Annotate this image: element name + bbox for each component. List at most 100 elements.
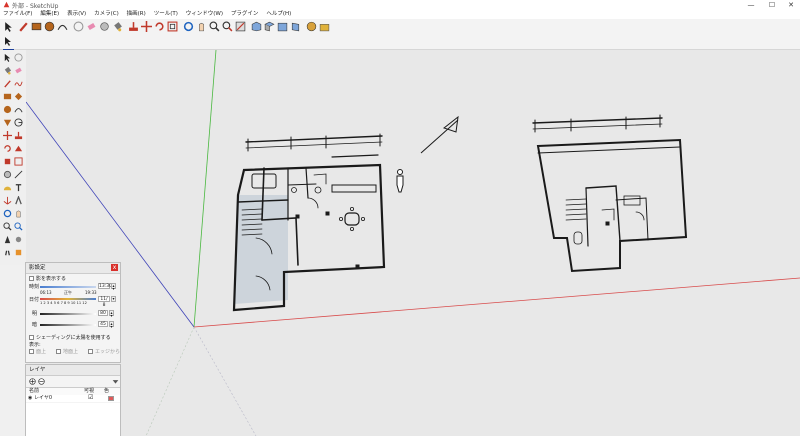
- shadow-panel-close-button[interactable]: x: [111, 264, 118, 271]
- protractor-icon[interactable]: [3, 183, 12, 192]
- shadow-panel-title: 影設定: [29, 265, 46, 271]
- dimension-icon[interactable]: [14, 170, 23, 179]
- rotate-left-icon[interactable]: [3, 144, 12, 153]
- zoom-window-icon[interactable]: [222, 21, 233, 32]
- rotated-rect-icon[interactable]: [14, 92, 23, 101]
- minimize-button[interactable]: —: [742, 0, 760, 10]
- iso-view-icon[interactable]: [251, 21, 262, 32]
- pan-hand-icon[interactable]: [196, 21, 207, 32]
- component-icon[interactable]: [14, 53, 23, 62]
- rectangle-icon[interactable]: [31, 21, 42, 32]
- floor-plan-2f[interactable]: [532, 114, 688, 273]
- zoom-left-icon[interactable]: [3, 222, 12, 231]
- menu-tools[interactable]: ツール(T): [151, 10, 181, 19]
- arc-left-icon[interactable]: [14, 105, 23, 114]
- look-around-icon[interactable]: [14, 235, 23, 244]
- time-input[interactable]: 13:30: [98, 283, 112, 289]
- eraser-left-icon[interactable]: [14, 66, 23, 75]
- rotate-icon[interactable]: [154, 21, 165, 32]
- dark-spinner[interactable]: ▴ ▾: [109, 321, 114, 329]
- maximize-button[interactable]: ☐: [763, 0, 781, 10]
- paint-bucket-icon[interactable]: [112, 21, 123, 32]
- light-spinner[interactable]: ▴ ▾: [109, 310, 114, 318]
- zoom-extents-icon[interactable]: [235, 21, 246, 32]
- zoom-icon[interactable]: [209, 21, 220, 32]
- menu-edit[interactable]: 編集(E): [37, 10, 62, 19]
- geo-location-icon[interactable]: [306, 21, 317, 32]
- freehand-icon[interactable]: [14, 79, 23, 88]
- add-layer-icon[interactable]: [29, 378, 36, 385]
- warehouse-icon[interactable]: [319, 21, 330, 32]
- floor-plan-1f[interactable]: [232, 133, 386, 312]
- layers-list-empty-area: [26, 403, 120, 436]
- drawing-viewport[interactable]: [26, 50, 800, 436]
- push-pull-icon[interactable]: [128, 21, 139, 32]
- tape-measure-icon[interactable]: [99, 21, 110, 32]
- menu-help[interactable]: ヘルプ(H): [263, 10, 294, 19]
- move-icon[interactable]: [141, 21, 152, 32]
- remove-layer-icon[interactable]: [38, 378, 45, 385]
- axes-icon[interactable]: [3, 196, 12, 205]
- layer-details-icon[interactable]: [112, 378, 119, 385]
- make-component-icon[interactable]: [73, 21, 84, 32]
- menu-view[interactable]: 表示(V): [64, 10, 89, 19]
- front-view-icon[interactable]: [277, 21, 288, 32]
- on-ground-checkbox[interactable]: [56, 349, 61, 354]
- sun-shading-label: シェーディングに太陽を使用する: [36, 335, 111, 341]
- top-view-icon[interactable]: [264, 21, 275, 32]
- pie-icon[interactable]: [14, 118, 23, 127]
- tape-icon[interactable]: [3, 170, 12, 179]
- select-arrow-icon[interactable]: [3, 21, 14, 32]
- sun-shading-checkbox[interactable]: [29, 335, 34, 340]
- polygon-icon[interactable]: [3, 118, 12, 127]
- move-left-icon[interactable]: [3, 131, 12, 140]
- offset-icon[interactable]: [167, 21, 178, 32]
- pencil-icon[interactable]: [18, 21, 29, 32]
- position-camera-icon[interactable]: [3, 235, 12, 244]
- date-input[interactable]: 11/ 8: [98, 296, 110, 308]
- 3d-text-icon[interactable]: [14, 196, 23, 205]
- dark-input[interactable]: 45: [98, 321, 108, 327]
- zoom-window-left-icon[interactable]: [14, 222, 23, 231]
- pan-left-icon[interactable]: [14, 209, 23, 218]
- from-edges-checkbox[interactable]: [88, 349, 93, 354]
- time-spinner[interactable]: ▴ ▾: [111, 283, 116, 291]
- close-window-button[interactable]: ✕: [782, 0, 800, 10]
- menu-window[interactable]: ウィンドウ(W): [183, 10, 226, 19]
- date-spinner[interactable]: ▾: [111, 296, 116, 302]
- show-shadows-checkbox[interactable]: [29, 276, 34, 281]
- offset-left-icon[interactable]: [14, 157, 23, 166]
- layers-panel: レイヤ 名前 可視 色 ◉ レイヤ0 ☑: [25, 364, 121, 436]
- layer-active-radio[interactable]: ◉: [28, 395, 32, 401]
- arc-icon[interactable]: [57, 21, 68, 32]
- menu-plugins[interactable]: プラグイン: [228, 10, 262, 19]
- rectangle-left-icon[interactable]: [3, 92, 12, 101]
- dark-slider[interactable]: [40, 324, 96, 326]
- time-slider[interactable]: [40, 286, 96, 288]
- orbit-icon[interactable]: [183, 21, 194, 32]
- walk-icon[interactable]: [3, 248, 12, 257]
- orbit-left-icon[interactable]: [3, 209, 12, 218]
- light-input[interactable]: 80: [98, 310, 108, 316]
- menu-camera[interactable]: カメラ(C): [91, 10, 122, 19]
- menu-file[interactable]: ファイル(F): [0, 10, 35, 19]
- circle-icon[interactable]: [44, 21, 55, 32]
- push-pull-left-icon[interactable]: [14, 131, 23, 140]
- layer-color-swatch[interactable]: [108, 396, 114, 401]
- light-slider[interactable]: [40, 313, 96, 315]
- paint-icon[interactable]: [3, 66, 12, 75]
- on-faces-checkbox[interactable]: [29, 349, 34, 354]
- section-plane-icon[interactable]: [14, 248, 23, 257]
- line-icon[interactable]: [3, 79, 12, 88]
- select-tool-icon[interactable]: [3, 36, 13, 46]
- select-icon[interactable]: [3, 53, 12, 62]
- follow-me-icon[interactable]: [14, 144, 23, 153]
- layer-row[interactable]: ◉ レイヤ0 ☑: [26, 395, 120, 402]
- menu-draw[interactable]: 描画(R): [124, 10, 149, 19]
- eraser-icon[interactable]: [86, 21, 97, 32]
- circle-left-icon[interactable]: [3, 105, 12, 114]
- scale-icon[interactable]: [3, 157, 12, 166]
- layer-visible-checkbox[interactable]: ☑: [88, 395, 93, 401]
- text-icon[interactable]: [14, 183, 23, 192]
- right-view-icon[interactable]: [290, 21, 301, 32]
